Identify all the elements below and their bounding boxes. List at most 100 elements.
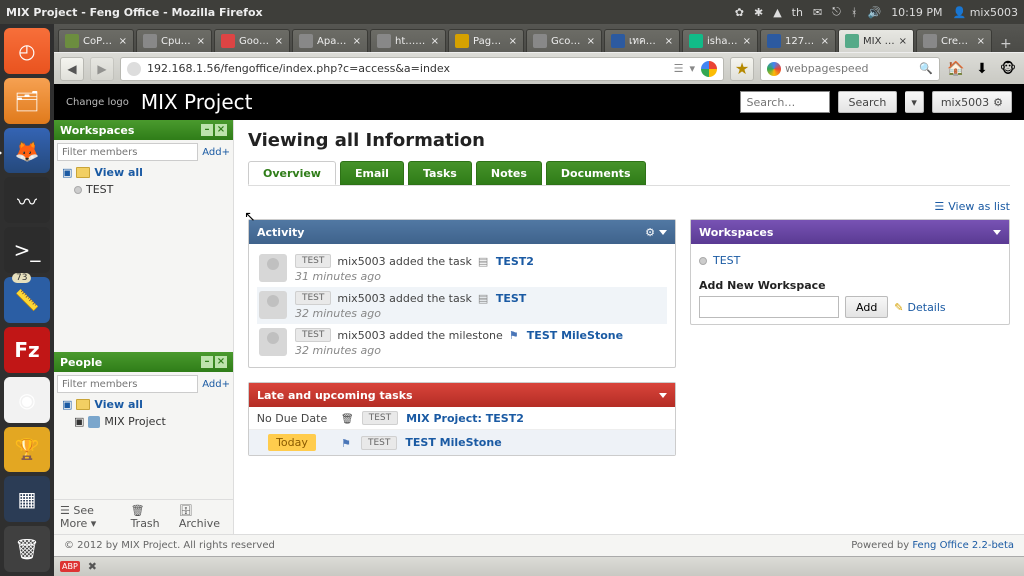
tab-documents[interactable]: Documents (546, 161, 646, 185)
header-search-button[interactable]: Search (838, 91, 898, 113)
close-tab-icon[interactable]: × (119, 36, 127, 47)
home-icon[interactable]: 🏠 (946, 59, 966, 79)
close-tab-icon[interactable]: × (431, 36, 439, 47)
task-row[interactable]: No Due Date TEST MIX Project: TEST2 (249, 407, 675, 429)
add-workspace-input[interactable] (699, 296, 839, 318)
browser-tab[interactable]: MIX …× (838, 29, 914, 52)
browser-tab[interactable]: CoPr…× (58, 29, 134, 52)
close-tab-icon[interactable]: × (665, 36, 673, 47)
dash-icon[interactable]: ◴ (4, 28, 50, 74)
noscript-icon[interactable]: ✖ (88, 560, 97, 573)
close-tab-icon[interactable]: × (197, 36, 205, 47)
task-link[interactable]: MIX Project: TEST2 (406, 412, 524, 425)
browser-tab[interactable]: CpuR…× (136, 29, 212, 52)
close-tab-icon[interactable]: × (509, 36, 517, 47)
people-filter-input[interactable] (57, 375, 198, 393)
header-search-dropdown[interactable]: ▾ (905, 91, 924, 113)
search-go-icon[interactable]: 🔍 (919, 62, 933, 75)
ext-icon[interactable]: 🐵 (998, 59, 1018, 79)
files-icon[interactable]: 🗂 (4, 78, 50, 124)
trash-icon[interactable]: 🗑 (4, 526, 50, 572)
browser-tab[interactable]: ht…ml× (370, 29, 446, 52)
firefox-icon[interactable]: 🦊 (4, 128, 50, 174)
clock[interactable]: 10:19 PM (891, 6, 942, 19)
site-identity-icon[interactable] (127, 62, 141, 76)
filezilla-icon[interactable]: Fz (4, 327, 50, 373)
panel-close-icon[interactable]: × (215, 356, 227, 368)
trash-link[interactable]: 🗑 Trash (131, 504, 169, 530)
browser-tab[interactable]: Gcon…× (526, 29, 602, 52)
trash-icon[interactable] (341, 412, 354, 425)
close-tab-icon[interactable]: × (821, 36, 829, 47)
bookmark-star-icon[interactable]: ★ (730, 57, 754, 81)
chevron-down-icon[interactable] (659, 230, 667, 235)
workspace-switcher-icon[interactable]: ▦ (4, 476, 50, 522)
user-indicator[interactable]: 👤 mix5003 (953, 6, 1018, 19)
browser-tab[interactable]: 127.0…× (760, 29, 836, 52)
volume-icon[interactable]: 🔊 (867, 6, 881, 19)
people-tree-item[interactable]: ▣ MIX Project (54, 413, 233, 430)
pagespeed-icon[interactable] (701, 61, 717, 77)
add-workspace-button[interactable]: Add (845, 296, 888, 318)
browser-tab[interactable]: Crea…× (916, 29, 992, 52)
tab-notes[interactable]: Notes (476, 161, 542, 185)
panel-minimize-icon[interactable]: – (201, 124, 213, 136)
archive-link[interactable]: 🗄 Archive (179, 504, 227, 530)
workspace-pill[interactable]: TEST (295, 328, 331, 342)
rss-icon[interactable]: ☰ (674, 62, 684, 75)
activity-object-link[interactable]: TEST2 (496, 255, 534, 268)
workspace-pill[interactable]: TEST (361, 436, 397, 450)
header-search-input[interactable] (740, 91, 830, 113)
chevron-down-icon[interactable] (993, 230, 1001, 235)
task-link[interactable]: TEST MileStone (405, 436, 501, 449)
panel-minimize-icon[interactable]: – (201, 356, 213, 368)
close-tab-icon[interactable]: × (977, 36, 985, 47)
tab-email[interactable]: Email (340, 161, 404, 185)
close-tab-icon[interactable]: × (587, 36, 595, 47)
people-view-all[interactable]: ▣ View all (54, 396, 233, 413)
browser-tab[interactable]: Page…× (448, 29, 524, 52)
activity-object-link[interactable]: TEST (496, 292, 526, 305)
change-logo-link[interactable]: Change logo (66, 97, 129, 108)
ruler-icon[interactable]: 73📏 (4, 277, 50, 323)
task-row[interactable]: Today TEST TEST MileStone (249, 429, 675, 455)
chevron-down-icon[interactable] (659, 393, 667, 398)
new-tab-button[interactable]: + (994, 36, 1018, 52)
tab-overview[interactable]: Overview (248, 161, 336, 185)
workspace-pill[interactable]: TEST (362, 411, 398, 425)
browser-tab[interactable]: ishar…× (682, 29, 758, 52)
browser-search-box[interactable]: webpagespeed 🔍 (760, 57, 940, 81)
browser-tab[interactable]: Goog…× (214, 29, 290, 52)
workspace-pill[interactable]: TEST (295, 291, 331, 305)
workspace-tree-item[interactable]: TEST (54, 181, 233, 198)
close-tab-icon[interactable]: × (899, 36, 907, 47)
browser-tab[interactable]: Apac…× (292, 29, 368, 52)
address-bar[interactable]: 192.168.1.56/fengoffice/index.php?c=acce… (120, 57, 724, 81)
header-user-menu[interactable]: mix5003⚙ (932, 91, 1012, 113)
chrome-icon[interactable]: ◉ (4, 377, 50, 423)
close-tab-icon[interactable]: × (743, 36, 751, 47)
tab-tasks[interactable]: Tasks (408, 161, 472, 185)
browser-tab[interactable]: เทคน…× (604, 29, 680, 52)
back-button[interactable]: ◀ (60, 57, 84, 81)
view-as-list-link[interactable]: ☰View as list (934, 200, 1010, 213)
workspaces-view-all[interactable]: ▣ View all (54, 164, 233, 181)
see-more-link[interactable]: ☰ See More ▾ (60, 504, 121, 530)
gear-icon[interactable]: ⚙ (645, 226, 655, 239)
activity-object-link[interactable]: TEST MileStone (527, 329, 623, 342)
workspaces-filter-input[interactable] (57, 143, 198, 161)
workspaces-add-link[interactable]: Add+ (202, 147, 230, 158)
details-link[interactable]: Details (894, 301, 945, 314)
close-tab-icon[interactable]: × (353, 36, 361, 47)
workspace-pill[interactable]: TEST (295, 254, 331, 268)
panel-close-icon[interactable]: × (215, 124, 227, 136)
system-tray[interactable]: ✿✱▲th✉⎋ᚼ🔊 10:19 PM 👤 mix5003 (735, 5, 1018, 19)
close-tab-icon[interactable]: × (275, 36, 283, 47)
terminal-icon[interactable]: >_ (4, 227, 50, 273)
downloads-icon[interactable]: ⬇ (972, 59, 992, 79)
amphora-icon[interactable]: 🏆 (4, 427, 50, 473)
workspace-item[interactable]: TEST (699, 254, 1001, 267)
powered-by-link[interactable]: Feng Office 2.2-beta (912, 540, 1014, 551)
system-monitor-icon[interactable]: 〰 (4, 177, 50, 223)
people-add-link[interactable]: Add+ (202, 379, 230, 390)
